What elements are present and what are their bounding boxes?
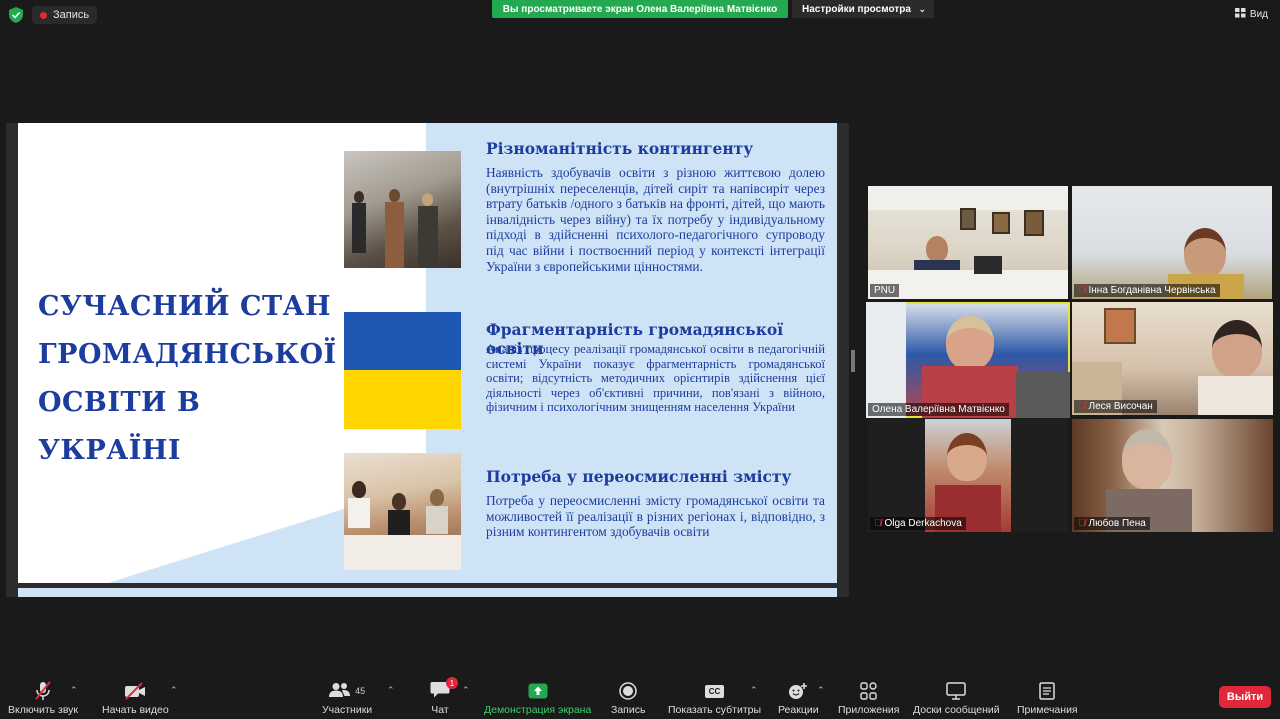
video-options-chevron-icon[interactable]: ⌃ (170, 685, 178, 696)
zoom-meeting-window: Запись Вы просматриваете экран Олена Вал… (0, 0, 1280, 719)
start-video-label: Начать видео (102, 704, 169, 716)
chat-options-chevron-icon[interactable]: ⌃ (462, 685, 470, 696)
section-body: Наявність здобувачів освіти з різною жит… (486, 165, 825, 274)
share-screen-label: Демонстрация экрана (484, 704, 592, 716)
crowd-photo (344, 151, 461, 268)
captions-options-chevron-icon[interactable]: ⌃ (750, 685, 758, 696)
participant-name-label: 🎙̸ Інна Богданівна Червінська (1074, 284, 1220, 297)
whiteboards-button[interactable]: Доски сообщений (913, 681, 1000, 716)
flag-blue-stripe (344, 312, 461, 370)
record-button[interactable]: Запись (611, 681, 645, 716)
classroom-photo (344, 453, 461, 570)
start-video-button[interactable]: Начать видео (102, 681, 169, 716)
mic-muted-icon: 🎙̸ (1078, 518, 1086, 529)
panel-resize-handle[interactable] (851, 350, 855, 372)
slide-title-line: ОСВІТИ В УКРАЇНІ (38, 387, 201, 466)
video-tile-active-speaker[interactable]: Олена Валеріївна Матвієнко (866, 302, 1070, 418)
notes-button[interactable]: Примечания (1017, 681, 1078, 716)
top-left-status: Запись (8, 6, 98, 24)
smiley-plus-icon (788, 681, 808, 701)
view-options-label: Настройки просмотра (802, 3, 911, 15)
record-label: Запись (611, 704, 646, 716)
slide-title: СУЧАСНИЙ СТАН ГРОМАДЯНСЬКОЇ ОСВІТИ В УКР… (38, 283, 338, 475)
chat-label: Чат (431, 704, 449, 716)
presentation-slide: СУЧАСНИЙ СТАН ГРОМАДЯНСЬКОЇ ОСВІТИ В УКР… (18, 123, 837, 583)
share-screen-icon (528, 681, 548, 701)
participant-name: Olga Derkachova (884, 518, 962, 529)
mic-muted-icon: 🎙̸ (1078, 285, 1086, 296)
meeting-toolbar: Включить звук ⌃ Начать видео ⌃ 45 Участн… (0, 675, 1280, 719)
reactions-button[interactable]: Реакции (778, 681, 819, 716)
apps-button[interactable]: Приложения (838, 681, 899, 716)
chevron-down-icon: ⌄ (918, 3, 926, 14)
participant-name: PNU (874, 285, 896, 296)
video-off-icon (124, 681, 146, 701)
share-screen-button[interactable]: Демонстрация экрана (484, 681, 591, 716)
view-button[interactable]: Вид (1234, 8, 1268, 21)
slide-title-line: ГРОМАДЯНСЬКОЇ (38, 339, 337, 370)
show-captions-label: Показать субтитры (668, 704, 762, 716)
video-tile[interactable]: PNU (868, 186, 1068, 299)
chat-button[interactable]: 1 Чат (430, 677, 458, 716)
recording-indicator[interactable]: Запись (32, 6, 98, 24)
notes-icon (1039, 681, 1056, 701)
participants-count: 45 (355, 686, 366, 696)
grid-view-icon (1234, 8, 1246, 21)
chat-unread-badge: 1 (446, 677, 458, 689)
flag-yellow-stripe (344, 370, 461, 429)
whiteboards-label: Доски сообщений (913, 704, 1000, 716)
participant-video (925, 419, 1011, 532)
mic-muted-icon: 🎙̸ (1078, 401, 1086, 412)
screen-share-banner: Вы просматриваете экран Олена Валеріївна… (492, 0, 788, 18)
view-label: Вид (1249, 9, 1268, 20)
view-options-dropdown[interactable]: Настройки просмотра ⌄ (792, 0, 934, 18)
slide-title-line: СУЧАСНИЙ СТАН (38, 291, 332, 322)
video-tile[interactable]: 🎙̸ Інна Богданівна Червінська (1072, 186, 1272, 299)
recording-dot-icon (40, 11, 47, 19)
slide-footer-strip (18, 588, 837, 597)
participant-name-label: 🎙̸ Любов Пена (1074, 517, 1150, 530)
participant-name-label: PNU (870, 284, 900, 297)
reactions-label: Реакции (778, 704, 819, 716)
participant-name-label: 🎙̸ Леся Височан (1074, 400, 1157, 413)
mic-muted-icon: 🎙̸ (874, 518, 882, 529)
participant-name: Любов Пена (1088, 518, 1146, 529)
whiteboard-icon (946, 681, 967, 701)
unmute-label: Включить звук (8, 704, 79, 716)
audio-options-chevron-icon[interactable]: ⌃ (70, 685, 78, 696)
section-body: Потреба у переосмисленні змісту громадян… (486, 493, 825, 540)
recording-label: Запись (53, 9, 90, 21)
participant-name: Олена Валеріївна Матвієнко (872, 404, 1005, 415)
reactions-options-chevron-icon[interactable]: ⌃ (817, 685, 825, 696)
record-icon (619, 681, 637, 701)
apps-icon (860, 681, 878, 701)
video-tile[interactable]: 🎙̸ Olga Derkachova (868, 419, 1068, 532)
leave-meeting-button[interactable]: Выйти (1219, 686, 1271, 708)
participant-name: Леся Височан (1088, 401, 1153, 412)
apps-label: Приложения (838, 704, 900, 716)
encryption-shield-icon[interactable] (8, 6, 24, 24)
notes-label: Примечания (1017, 704, 1078, 716)
unmute-button[interactable]: Включить звук (8, 681, 78, 716)
participants-icon (329, 682, 351, 701)
mic-off-icon (34, 681, 52, 701)
participant-name-label: 🎙̸ Olga Derkachova (870, 517, 966, 530)
video-tile[interactable]: 🎙̸ Леся Височан (1072, 302, 1273, 415)
video-tile[interactable]: 🎙̸ Любов Пена (1072, 419, 1273, 532)
section-heading: Різноманітність контингенту (486, 139, 754, 158)
closed-captions-icon: CC (704, 681, 725, 701)
show-captions-button[interactable]: CC Показать субтитры (668, 681, 761, 716)
shared-screen: СУЧАСНИЙ СТАН ГРОМАДЯНСЬКОЇ ОСВІТИ В УКР… (6, 123, 849, 597)
ukraine-flag-image (344, 312, 461, 429)
section-heading: Потреба у переосмисленні змісту (486, 467, 792, 486)
participant-name-label: Олена Валеріївна Матвієнко (868, 403, 1009, 416)
participants-button[interactable]: 45 Участники (322, 681, 372, 716)
participants-label: Участники (322, 704, 373, 716)
section-body: Аналіз процесу реалізації громадянської … (486, 342, 825, 415)
participants-options-chevron-icon[interactable]: ⌃ (387, 685, 395, 696)
participant-name: Інна Богданівна Червінська (1088, 285, 1216, 296)
